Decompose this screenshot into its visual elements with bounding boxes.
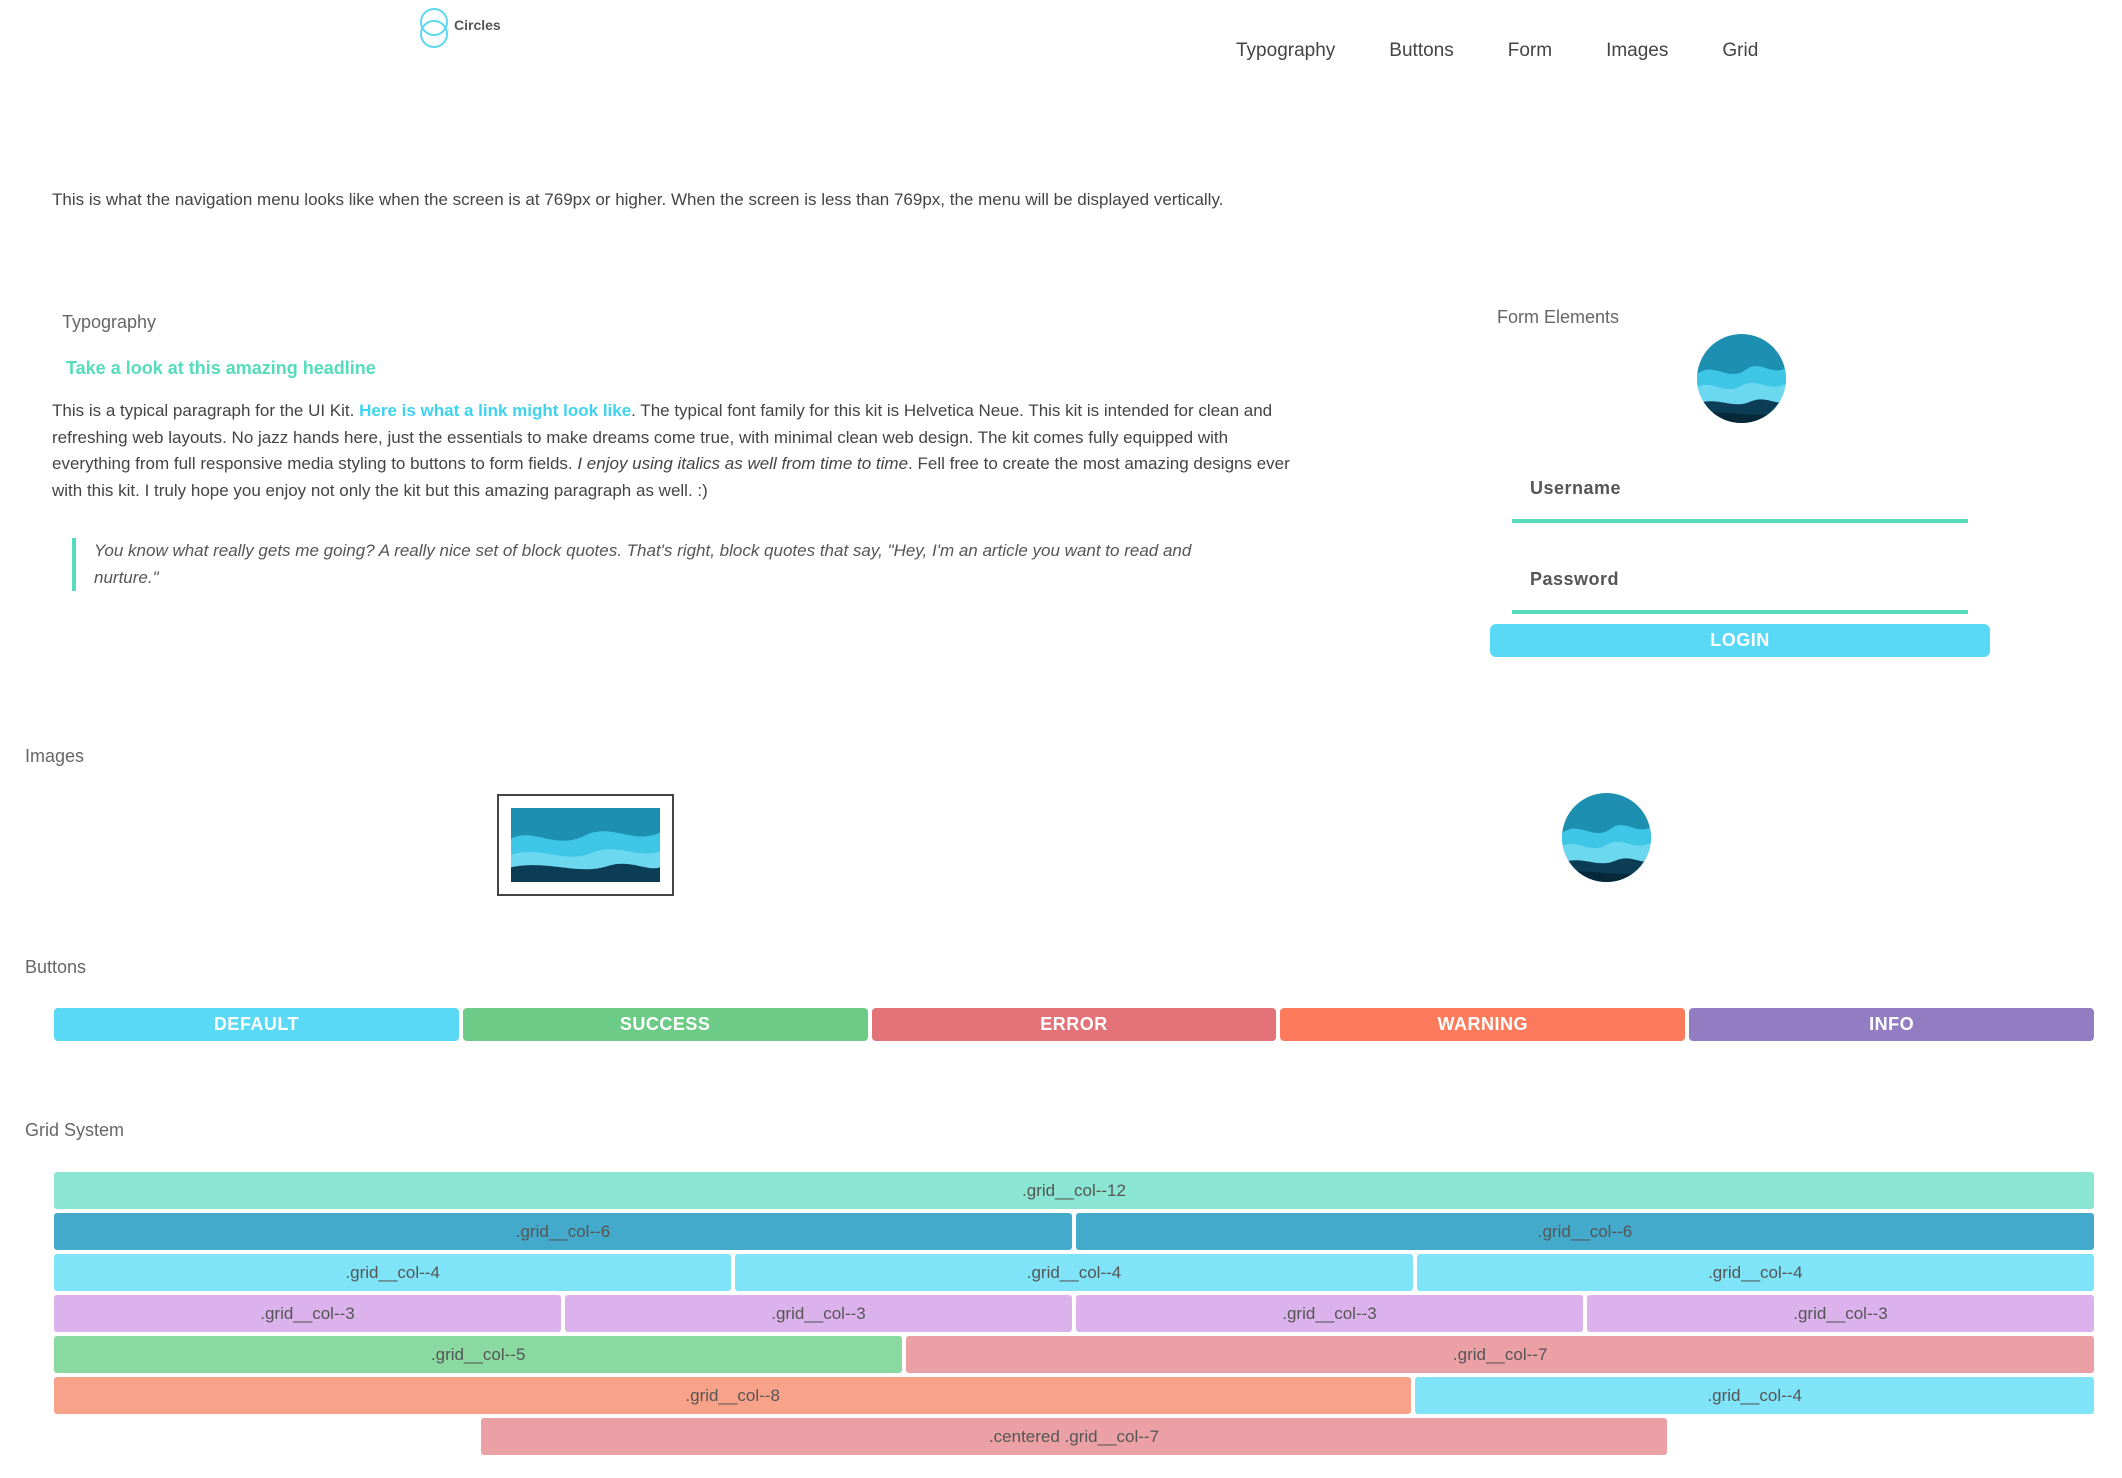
button-row: DEFAULT SUCCESS ERROR WARNING INFO (54, 1008, 2094, 1041)
logo-text: Circles (454, 17, 501, 33)
grid-cell: .grid__col--6 (54, 1213, 1072, 1250)
grid-row: .grid__col--4 .grid__col--4 .grid__col--… (54, 1254, 2094, 1291)
info-button[interactable]: INFO (1689, 1008, 2094, 1041)
framed-image (497, 794, 674, 896)
buttons-section-title: Buttons (25, 957, 87, 977)
grid-row: .grid__col--5 .grid__col--7 (54, 1336, 2094, 1373)
grid-cell: .grid__col--3 (565, 1295, 1072, 1332)
main-nav: Typography Buttons Form Images Grid (1236, 40, 1758, 62)
nav-buttons[interactable]: Buttons (1389, 40, 1453, 62)
grid-section-title: Grid System (25, 1120, 125, 1140)
grid-row: .grid__col--8 .grid__col--4 (54, 1377, 2094, 1414)
grid-row: .grid__col--6 .grid__col--6 (54, 1213, 2094, 1250)
grid-cell: .grid__col--7 (906, 1336, 2094, 1373)
warning-button[interactable]: WARNING (1280, 1008, 1686, 1041)
grid-cell: .grid__col--4 (1416, 1254, 2094, 1291)
grid-system: .grid__col--12 .grid__col--6 .grid__col-… (54, 1172, 2094, 1459)
grid-cell: .grid__col--8 (54, 1377, 1412, 1414)
nav-form[interactable]: Form (1508, 40, 1552, 62)
grid-row: .centered .grid__col--7 (54, 1418, 2094, 1455)
grid-cell: .grid__col--4 (735, 1254, 1413, 1291)
password-field (1512, 561, 1968, 614)
default-button[interactable]: DEFAULT (54, 1008, 459, 1041)
username-input[interactable] (1512, 470, 1968, 519)
typography-section-title: Typography (62, 312, 157, 332)
error-button[interactable]: ERROR (871, 1008, 1277, 1041)
circles-logo-icon (418, 8, 450, 48)
intro-text: This is what the navigation menu looks l… (52, 190, 1224, 209)
blockquote: You know what really gets me going? A re… (72, 538, 1252, 591)
grid-cell: .centered .grid__col--7 (481, 1418, 1667, 1455)
round-image (1562, 793, 1651, 882)
grid-cell: .grid__col--12 (54, 1172, 2094, 1209)
login-button[interactable]: LOGIN (1490, 624, 1990, 657)
sample-link[interactable]: Here is what a link might look like (359, 401, 631, 420)
images-section-title: Images (25, 746, 85, 766)
form-section-title: Form Elements (1497, 307, 1620, 327)
ocean-wave-image (1697, 334, 1786, 423)
nav-typography[interactable]: Typography (1236, 40, 1335, 62)
grid-row: .grid__col--3 .grid__col--3 .grid__col--… (54, 1295, 2094, 1332)
ocean-wave-image (1562, 793, 1651, 882)
nav-images[interactable]: Images (1606, 40, 1668, 62)
logo[interactable]: Circles (418, 8, 501, 48)
username-field (1512, 470, 1968, 523)
grid-cell: .grid__col--3 (1076, 1295, 1583, 1332)
grid-cell: .grid__col--3 (1587, 1295, 2094, 1332)
password-input[interactable] (1512, 561, 1968, 610)
nav-grid[interactable]: Grid (1722, 40, 1758, 62)
success-button[interactable]: SUCCESS (462, 1008, 868, 1041)
grid-cell: .grid__col--6 (1076, 1213, 2094, 1250)
body-paragraph: This is a typical paragraph for the UI K… (52, 401, 1290, 500)
grid-cell: .grid__col--3 (54, 1295, 561, 1332)
grid-cell: .grid__col--5 (54, 1336, 903, 1373)
grid-cell: .grid__col--4 (1415, 1377, 2094, 1414)
form-avatar (1697, 334, 1786, 423)
headline: Take a look at this amazing headline (66, 358, 376, 378)
grid-row: .grid__col--12 (54, 1172, 2094, 1209)
ocean-wave-image (511, 808, 660, 882)
grid-cell: .grid__col--4 (54, 1254, 732, 1291)
